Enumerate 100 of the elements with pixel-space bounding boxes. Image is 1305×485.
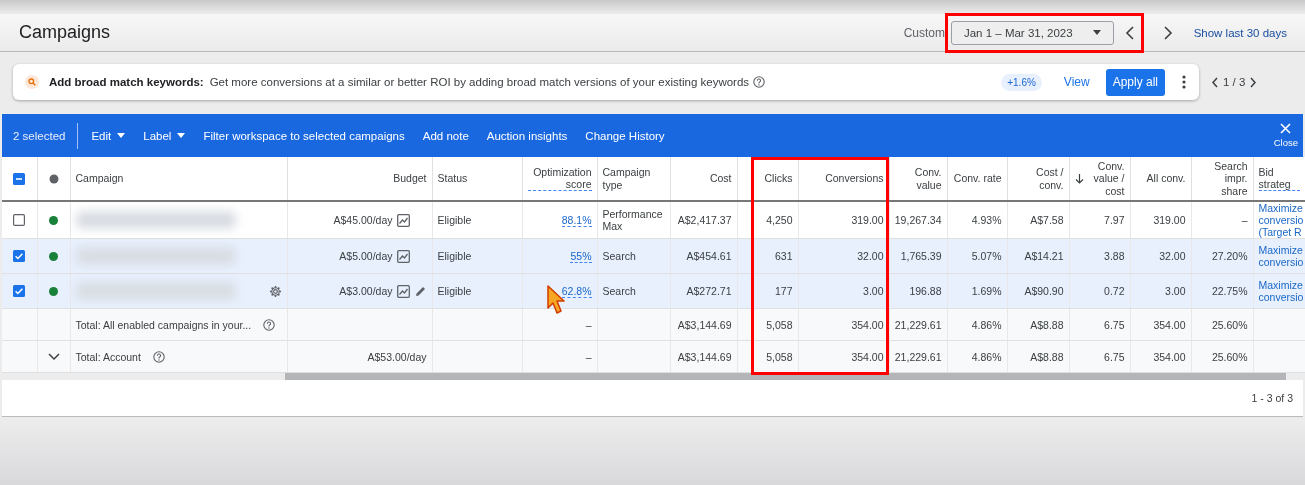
selected-count: 2 selected bbox=[2, 122, 79, 149]
table-cell: 196.88 bbox=[909, 285, 942, 298]
table-cell: A$53.00/day bbox=[367, 350, 427, 363]
checkbox[interactable] bbox=[13, 285, 26, 298]
column-header[interactable]: Conversions bbox=[825, 172, 884, 185]
table-cell: Eligible bbox=[437, 250, 472, 263]
total-label: Total: Account bbox=[75, 350, 141, 363]
table-cell: 6.75 bbox=[1104, 318, 1125, 331]
table-cell: A$14.21 bbox=[1024, 250, 1064, 263]
table-cell: A$8.88 bbox=[1030, 350, 1064, 363]
column-header[interactable]: Conv. value bbox=[894, 166, 942, 191]
table-cell: 1.69% bbox=[971, 285, 1002, 298]
table-cell: 25.60% bbox=[1211, 318, 1248, 331]
table-cell: 19,267.34 bbox=[894, 214, 942, 227]
table-cell: 22.75% bbox=[1211, 285, 1248, 298]
dropdown-button[interactable]: Label bbox=[134, 125, 195, 146]
column-header[interactable]: Conv. value / cost bbox=[1089, 160, 1125, 197]
table-cell: A$3,144.69 bbox=[677, 350, 732, 363]
table-cell: 3.88 bbox=[1104, 250, 1125, 263]
chart-icon[interactable] bbox=[396, 284, 410, 298]
column-header[interactable]: Cost / conv. bbox=[1012, 166, 1064, 191]
recommendation-text: Get more conversions at a similar or better ROI by adding broad match versions of your existing keywords bbox=[209, 76, 750, 88]
help-icon[interactable] bbox=[152, 350, 165, 363]
chevron-right-icon[interactable] bbox=[1249, 76, 1258, 88]
column-header[interactable]: Budget bbox=[393, 172, 427, 185]
column-header[interactable]: Cost bbox=[709, 172, 732, 185]
help-icon[interactable] bbox=[753, 76, 766, 88]
table-cell: 177 bbox=[774, 285, 793, 298]
apply-all-button[interactable]: Apply all bbox=[1105, 68, 1165, 96]
table-cell: 21,229.61 bbox=[894, 318, 942, 331]
table-cell: 5,058 bbox=[766, 350, 793, 363]
caret-icon bbox=[1092, 30, 1101, 35]
column-header[interactable]: Campaign type bbox=[602, 166, 665, 191]
optimization-score-link[interactable]: 88.1% bbox=[561, 214, 592, 228]
gear-icon[interactable] bbox=[268, 284, 282, 298]
column-header[interactable]: Optimization score bbox=[527, 165, 592, 192]
chevron-down-icon[interactable] bbox=[47, 352, 60, 361]
close-icon bbox=[1280, 123, 1292, 134]
column-header[interactable]: All conv. bbox=[1146, 172, 1186, 185]
page-title: Campaigns bbox=[19, 22, 112, 43]
column-header[interactable]: Conv. rate bbox=[953, 172, 1002, 185]
table-cell: Eligible bbox=[437, 214, 472, 227]
table-cell: A$45.00/day bbox=[333, 214, 393, 227]
total-label: Total: All enabled campaigns in your... bbox=[75, 318, 252, 331]
column-header[interactable]: Clicks bbox=[764, 172, 793, 185]
table-cell: 1,765.39 bbox=[900, 250, 942, 263]
table-cell: Eligible bbox=[437, 285, 472, 298]
action-link[interactable]: Auction insights bbox=[477, 125, 577, 146]
uplift-badge: +1.6% bbox=[1001, 73, 1042, 91]
action-link[interactable]: Add note bbox=[413, 125, 478, 146]
table-cell: 3.00 bbox=[1165, 285, 1186, 298]
search-icon bbox=[25, 75, 39, 89]
column-header[interactable]: Campaign bbox=[75, 172, 124, 185]
table-cell: 3.00 bbox=[863, 285, 884, 298]
close-button[interactable]: Close bbox=[1270, 123, 1301, 148]
optimization-score-link[interactable]: 55% bbox=[570, 250, 592, 264]
table-cell: Search bbox=[602, 285, 636, 298]
table-cell: A$5.00/day bbox=[339, 250, 393, 263]
dropdown-button[interactable]: Edit bbox=[82, 125, 135, 146]
table-cell: A$2,417.37 bbox=[677, 214, 732, 227]
table-cell: 4,250 bbox=[766, 214, 793, 227]
chart-icon[interactable] bbox=[396, 249, 410, 263]
table-cell: 25.60% bbox=[1211, 350, 1248, 363]
table-cell: 0.72 bbox=[1104, 285, 1125, 298]
table-cell: 354.00 bbox=[1153, 350, 1186, 363]
bid-strategy-link[interactable]: Maximize conversio (Target R bbox=[1258, 202, 1305, 239]
table-cell: Performance Max bbox=[602, 208, 663, 233]
table-cell: A$3,144.69 bbox=[677, 318, 732, 331]
column-header[interactable]: Status bbox=[437, 172, 468, 185]
table-cell: – bbox=[1241, 214, 1248, 227]
table-cell: 21,229.61 bbox=[894, 350, 942, 363]
action-link[interactable]: Change History bbox=[576, 125, 674, 146]
checkbox[interactable] bbox=[13, 214, 26, 227]
date-range-picker[interactable]: Jan 1 – Mar 31, 2023 bbox=[950, 20, 1114, 45]
pencil-icon[interactable] bbox=[413, 284, 427, 298]
column-header[interactable]: Search impr. share bbox=[1196, 160, 1248, 197]
horizontal-scrollbar[interactable] bbox=[285, 373, 1286, 381]
status-dot-icon bbox=[47, 172, 60, 185]
show-last-30-days-link[interactable]: Show last 30 days bbox=[1193, 26, 1287, 39]
table-cell: Search bbox=[602, 250, 636, 263]
table-cell: A$3.00/day bbox=[339, 285, 393, 298]
table-cell: 27.20% bbox=[1211, 250, 1248, 263]
action-link[interactable]: Filter workspace to selected campaigns bbox=[194, 125, 414, 146]
table-cell: A$272.71 bbox=[686, 285, 732, 298]
view-button[interactable]: View bbox=[1059, 71, 1094, 93]
chevron-left-icon[interactable] bbox=[1211, 76, 1219, 88]
table-cell: 354.00 bbox=[851, 318, 884, 331]
table-cell: 319.00 bbox=[1153, 214, 1186, 227]
column-header[interactable]: Bid strateg bbox=[1258, 165, 1300, 192]
pagination-count: 1 - 3 of 3 bbox=[1251, 392, 1293, 405]
chart-icon[interactable] bbox=[396, 213, 410, 227]
table-cell: 5,058 bbox=[766, 318, 793, 331]
table-cell: – bbox=[585, 350, 592, 363]
table-cell: 354.00 bbox=[1153, 318, 1186, 331]
help-icon[interactable] bbox=[263, 318, 276, 331]
checkbox[interactable] bbox=[13, 172, 26, 185]
table-cell: – bbox=[585, 318, 592, 331]
table-cell: A$454.61 bbox=[686, 250, 732, 263]
checkbox[interactable] bbox=[13, 250, 26, 263]
chevron-left-icon bbox=[1124, 25, 1137, 40]
